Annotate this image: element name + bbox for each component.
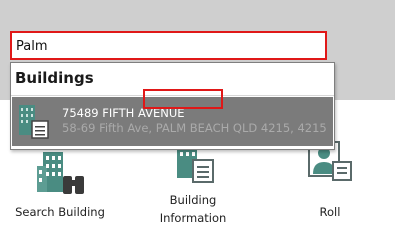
building-information-label-line1: Building [169,193,217,207]
match-highlight-annotation [143,89,223,109]
search-building-label: Search Building [15,205,105,219]
roll-button[interactable]: Roll [295,140,365,240]
building-information-button[interactable]: Building Information [148,140,238,240]
building-document-icon [19,105,49,139]
building-information-label-line2: Information [159,211,227,225]
result-address: 58-69 Fifth Ave, PALM BEACH QLD 4215, 42… [62,121,327,135]
results-group-header: Buildings [15,69,94,87]
search-field[interactable] [10,31,327,60]
search-input[interactable] [14,35,323,56]
roll-label: Roll [319,205,341,219]
building-binoculars-icon [37,152,84,194]
search-building-button[interactable]: Search Building [15,140,105,240]
